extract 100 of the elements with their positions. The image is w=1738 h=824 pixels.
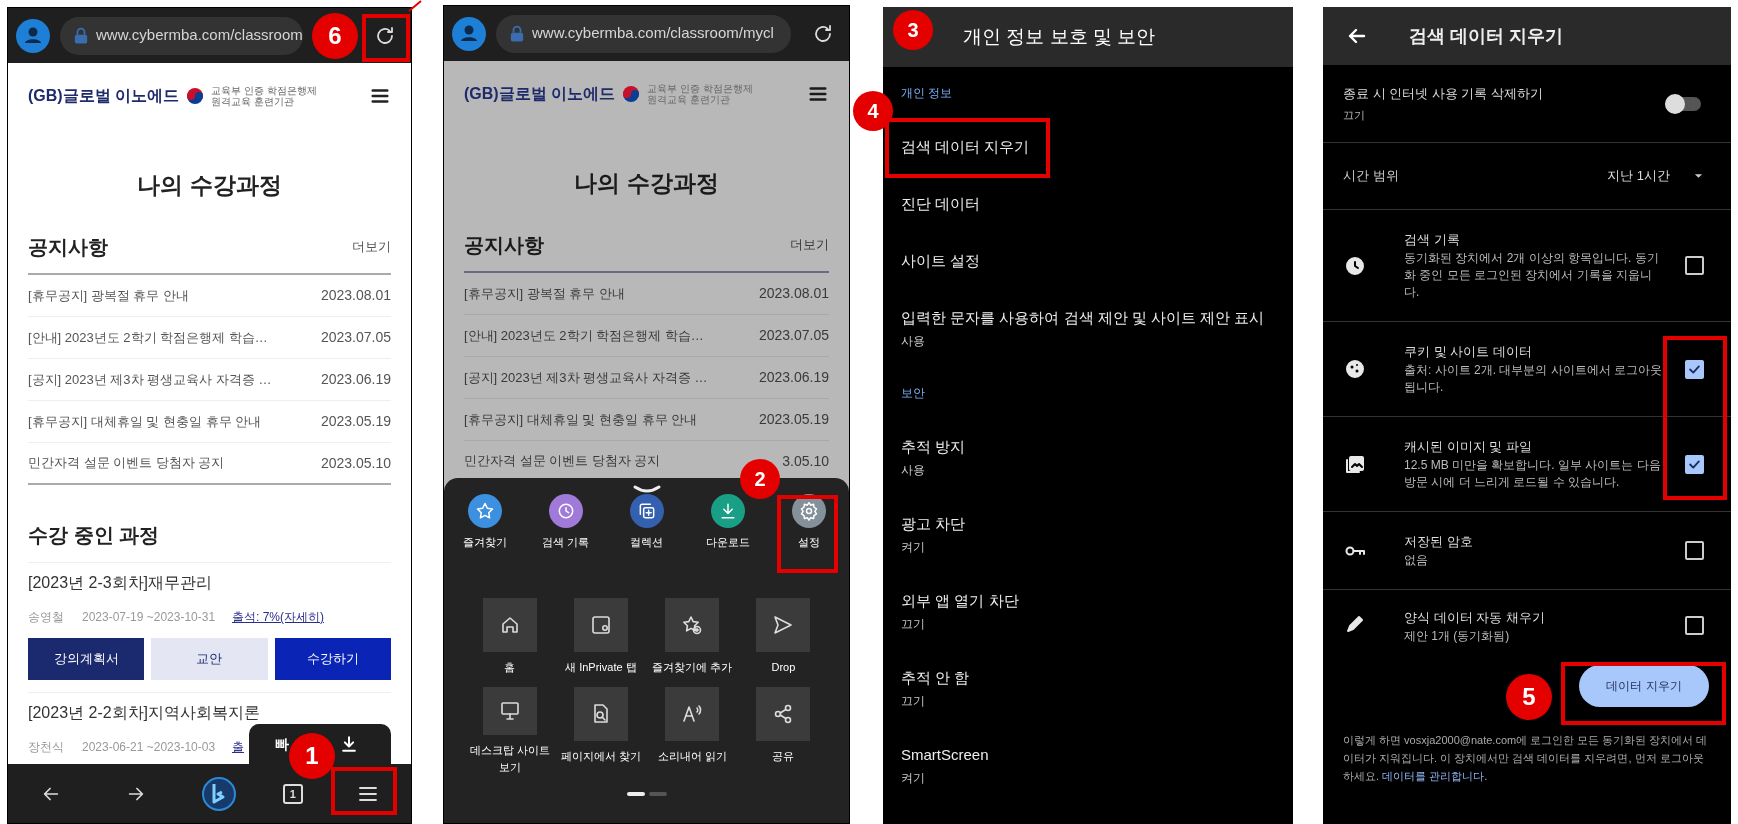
setting-value: 켜기 [901, 770, 925, 788]
notice-date: 2023.07.05 [758, 326, 829, 345]
site-logo[interactable]: (GB)글로벌 이노에드 [464, 82, 616, 106]
checkbox[interactable] [1685, 454, 1704, 474]
settings-item[interactable]: SmartScreen [901, 743, 989, 767]
annotation-line [408, 0, 422, 12]
checkbox[interactable] [1685, 616, 1704, 635]
checkbox[interactable] [1685, 256, 1704, 275]
star-button[interactable]: 즐겨찾기 [444, 494, 525, 551]
setting-value: 끄기 [901, 693, 925, 711]
notice-date: 2023.06.19 [320, 370, 391, 389]
tabs-button[interactable]: 1 [282, 783, 303, 804]
menu-tile[interactable]: 홈 [464, 597, 556, 687]
address-bar[interactable]: www.cybermba.com/classroom/mycl [496, 14, 791, 53]
url-text: www.cybermba.com/classroom/mycl [532, 23, 774, 44]
menu-tile[interactable]: 새 InPrivate 탭 [555, 597, 647, 687]
settings-item[interactable]: 검색 데이터 지우기 [901, 136, 1030, 159]
notice-date: 2023.08.01 [758, 284, 829, 303]
settings-item[interactable]: 외부 앱 열기 차단 [901, 589, 1019, 613]
option-description: 12.5 MB 미만을 확보합니다. 일부 사이트는 다음 방문 시에 더 느리게 로드될 수 있습니다. [1404, 457, 1662, 491]
notice-link[interactable]: 민간자격 설문 이벤트 당첨자 공지 [28, 453, 225, 473]
section-heading: 수강 중인 과정 [28, 523, 160, 548]
notice-link[interactable]: [안내] 2023년도 2학기 학점은행제 학습… [28, 327, 268, 348]
monitor-icon [482, 686, 537, 735]
caret-icon [1694, 173, 1703, 179]
step-badge: 4 [853, 91, 893, 131]
option-description: 없음 [1404, 552, 1429, 569]
more-link[interactable]: 더보기 [352, 237, 391, 257]
notice-link[interactable]: 민간자격 설문 이벤트 당첨자 공지 [464, 451, 661, 471]
menu-tile[interactable]: Drop [737, 597, 829, 687]
time-range-dropdown[interactable]: 지난 1시간 [1607, 166, 1703, 186]
attendance-link[interactable]: 출석: 7%(자세히) [232, 608, 324, 626]
menu-tile[interactable]: 페이지에서 찾기 [555, 686, 647, 776]
option-title: 캐시된 이미지 및 파일 [1404, 438, 1533, 456]
course-button[interactable]: 수강하기 [274, 638, 391, 680]
more-link[interactable]: 더보기 [790, 235, 829, 255]
notice-link[interactable]: [공지] 2023년 제3차 평생교육사 자격증 … [464, 367, 708, 388]
option-description: 출처: 사이트 2개. 대부분의 사이트에서 로그아웃됩니다. [1404, 362, 1663, 396]
logo-icon[interactable] [201, 775, 238, 812]
option-title: 종료 시 인터넷 사용 기록 삭제하기 [1343, 85, 1545, 103]
menu-tile[interactable]: 소리내어 읽기 [646, 686, 738, 776]
emblem-icon [621, 84, 642, 104]
course-period: 2023-07-19 ~2023-10-31 [82, 609, 217, 626]
notice-date: 2023.05.10 [320, 453, 391, 473]
avatar-icon[interactable] [452, 16, 486, 51]
option-title: 검색 기록 [1404, 231, 1461, 249]
course-period: 2023-06-21 ~2023-10-03 [82, 739, 217, 756]
settings-item[interactable]: 진단 데이터 [901, 193, 981, 216]
page-title: 나의 수강과정 [137, 171, 282, 200]
site-logo[interactable]: (GB)글로벌 이노에드 [28, 84, 180, 108]
manage-data-link[interactable]: 데이터를 관리합니다. [1382, 770, 1488, 782]
history-button[interactable]: 검색 기록 [525, 494, 606, 551]
collections-button[interactable]: 컬렉션 [606, 494, 687, 551]
course-title[interactable]: [2023년 2-3회차]재무관리 [28, 571, 213, 595]
settings-item[interactable]: 입력한 문자를 사용하여 검색 제안 및 사이트 제안 표시 [901, 306, 1265, 330]
menu-tile[interactable]: 즐겨찾기에 추가 [646, 597, 738, 687]
notice-date: 2023.05.19 [320, 412, 391, 431]
option-title: 저장된 암호 [1404, 533, 1474, 551]
add-favorite-icon [665, 597, 720, 652]
option-title: 쿠키 및 사이트 데이터 [1404, 343, 1533, 361]
settings-item[interactable]: 추적 안 함 [901, 666, 970, 690]
setting-value: 사용 [901, 333, 925, 351]
setting-value: 끄기 [901, 616, 925, 634]
settings-item[interactable]: 사이트 설정 [901, 250, 981, 273]
settings-item[interactable]: 광고 차단 [901, 512, 966, 536]
option-description: 동기화된 장치에서 2개 이상의 항목입니다. 동기화 중인 모든 로그인된 장치에서 기록을 지웁니다. [1404, 250, 1660, 301]
checkbox[interactable] [1685, 359, 1704, 379]
url-text: www.cybermba.com/classroom [96, 25, 303, 46]
logo-caption: 원격교육 훈련기관 [211, 96, 295, 107]
highlight-frame [362, 14, 410, 62]
share-icon [756, 686, 811, 741]
option-value: 끄기 [1343, 107, 1366, 123]
notice-link[interactable]: [휴무공지] 광복절 휴무 안내 [464, 283, 626, 304]
notice-link[interactable]: [휴무공지] 대체휴일 및 현충일 휴무 안내 [464, 409, 698, 430]
clear-data-button[interactable]: 데이터 지우기 [1579, 665, 1709, 707]
course-title[interactable]: [2023년 2-2회차]지역사회복지론 [28, 701, 261, 725]
logo-caption: 교육부 인증 학점은행제 [211, 85, 317, 96]
notice-link[interactable]: [공지] 2023년 제3차 평생교육사 자격증 … [28, 369, 272, 390]
menu-tile[interactable]: 공유 [737, 686, 829, 776]
menu-tile[interactable]: 데스크탑 사이트 보기 [464, 686, 556, 776]
notice-link[interactable]: [안내] 2023년도 2학기 학점은행제 학습… [464, 325, 704, 346]
logo-caption: 교육부 인증 학점은행제 [647, 83, 753, 94]
notice-date: 3.05.10 [782, 451, 829, 471]
course-button[interactable]: 교안 [151, 638, 268, 680]
attendance-link[interactable]: 출 [232, 738, 244, 756]
sheet-handle[interactable] [631, 484, 662, 494]
highlight-frame [331, 767, 397, 815]
home-icon [482, 597, 537, 652]
toggle-switch[interactable] [1665, 96, 1701, 111]
address-bar[interactable]: www.cybermba.com/classroom [60, 16, 303, 55]
avatar-icon[interactable] [16, 18, 50, 53]
settings-item[interactable]: 추적 방지 [901, 435, 966, 459]
notice-link[interactable]: [휴무공지] 광복절 휴무 안내 [28, 285, 190, 306]
toast-text: 빠 [275, 734, 289, 754]
option-title: 시간 범위 [1343, 167, 1400, 186]
checkbox[interactable] [1685, 541, 1704, 560]
section-heading: 공지사항 [464, 233, 544, 258]
emblem-icon [185, 86, 206, 106]
notice-link[interactable]: [휴무공지] 대체휴일 및 현충일 휴무 안내 [28, 411, 262, 432]
course-button[interactable]: 강의계획서 [28, 638, 145, 680]
